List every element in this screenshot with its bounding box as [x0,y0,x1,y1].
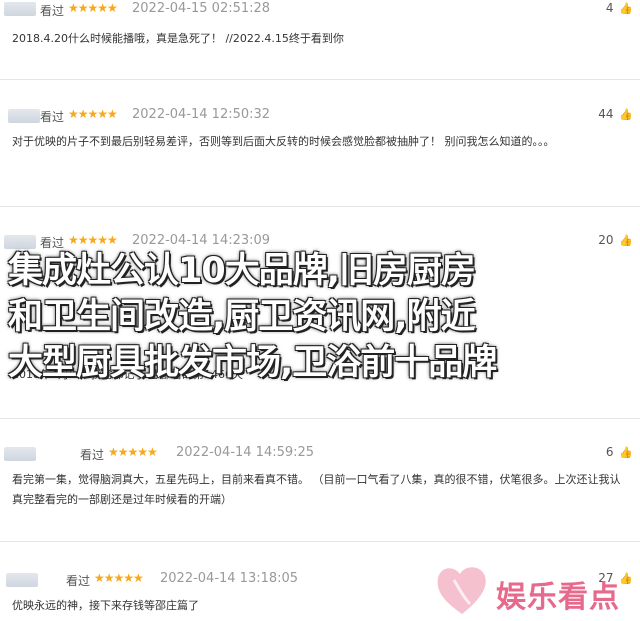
star-rating: ★★★★★ [68,107,118,121]
star-rating: ★★★★★ [68,233,118,247]
overlay-line: 集成灶公认10大品牌,旧房厨房 [8,251,476,291]
review-user[interactable]: 看过 [40,108,64,125]
review-user[interactable]: 看过 [66,572,90,589]
review-time: 2022-04-14 14:23:09 [132,233,271,248]
avatar [8,109,40,123]
like-count-value: 4 [605,1,614,15]
heart-logo-icon [437,567,486,614]
review-user[interactable]: 看过 [80,446,104,463]
thumbs-up-icon[interactable]: 👍 [619,2,633,15]
watermark-text: 娱乐看点 [496,580,620,615]
avatar [4,235,36,249]
like-count[interactable]: 44 👍 [598,107,633,121]
divider [0,541,640,542]
review-text: 2018.4.20什么时候能播哦，真是急死了！ //2022.4.15终于看到你 [12,32,344,45]
star-rating: ★★★★★ [108,445,158,459]
overlay-line: 大型厨具批发市场,卫浴前十品牌 [8,343,497,383]
review-user[interactable]: 看过 [40,2,64,19]
review-time: 2022-04-15 02:51:28 [132,1,271,16]
avatar [6,573,38,587]
overlay-headline: 集成灶公认10大品牌,旧房厨房 和卫生间改造,厨卫资讯网,附近 大型厨具批发市场… [8,248,628,386]
like-count-value: 20 [598,233,614,247]
review-time: 2022-04-14 12:50:32 [132,107,271,122]
divider [0,79,640,80]
review-text: 看完第一集，觉得脑洞真大，五星先码上，目前来看真不错。 （目前一口气看了八集，真… [12,473,621,506]
thumbs-up-icon[interactable]: 👍 [619,446,633,459]
like-count[interactable]: 6 👍 [606,445,633,459]
like-count[interactable]: 20 👍 [598,233,633,247]
star-rating: ★★★★★ [94,571,144,585]
thumbs-up-icon[interactable]: 👍 [619,234,633,247]
overlay-line: 和卫生间改造,厨卫资讯网,附近 [8,297,476,337]
like-count-value: 6 [605,445,614,459]
avatar [4,2,36,16]
divider [0,206,640,207]
divider [0,418,640,419]
avatar [4,447,36,461]
review-time: 2022-04-14 14:59:25 [176,445,315,460]
like-count[interactable]: 4 👍 [606,1,633,15]
thumbs-up-icon[interactable]: 👍 [619,108,633,121]
review-time: 2022-04-14 13:18:05 [160,571,299,586]
star-rating: ★★★★★ [68,1,118,15]
review-text: 对于优映的片子不到最后别轻易差评，否则等到后面大反转的时候会感觉脸都被抽肿了！ … [12,135,555,148]
watermark: 娱乐看点 [432,560,640,620]
like-count-value: 44 [598,107,614,121]
